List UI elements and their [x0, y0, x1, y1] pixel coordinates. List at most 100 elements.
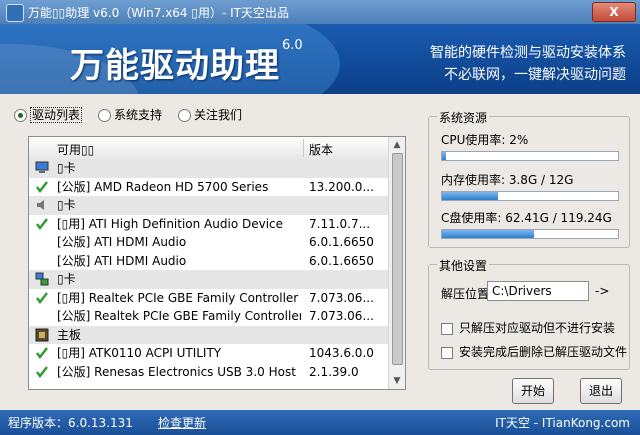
exit-button[interactable]: 退出: [580, 378, 622, 404]
memory-usage-bar: [441, 191, 619, 201]
driver-version: 7.073.06...: [309, 290, 374, 305]
app-window: 万能▯▯助理 v6.0（Win7.x64 ▯用）- IT天空出品 X 万能驱动助…: [0, 0, 640, 435]
column-divider[interactable]: [303, 139, 304, 157]
other-settings-group: 其他设置 解压位置 C:\Drivers -> 只解压对应驱动但不进行安装 安装…: [428, 257, 630, 370]
checkbox-icon[interactable]: [441, 346, 453, 359]
banner: 万能驱动助理 6.0 智能的硬件检测与驱动安装体系 不必联网，一键解决驱动问题: [0, 24, 640, 94]
memory-usage-label: 内存使用率: 3.8G / 12G: [441, 173, 574, 187]
cpu-usage-bar: [441, 151, 619, 161]
check-update-link[interactable]: 检查更新: [158, 414, 206, 431]
group-title: 其他设置: [437, 257, 490, 274]
column-header-name[interactable]: 可用▯▯: [57, 141, 94, 158]
display-icon: [35, 161, 49, 175]
option-extract-only[interactable]: 只解压对应驱动但不进行安装: [441, 319, 615, 336]
tab-system-support[interactable]: 系统支持: [98, 106, 162, 124]
status-bar: 程序版本：6.0.13.131 检查更新 IT天空 - ITianKong.co…: [0, 410, 640, 435]
close-button[interactable]: X: [592, 2, 636, 22]
category-row: ▯卡: [29, 159, 389, 178]
driver-name: [▯用] ATI High Definition Audio Device: [57, 216, 284, 231]
disk-usage-fill: [442, 230, 534, 238]
driver-name: [公版] ATI HDMI Audio: [57, 235, 187, 249]
driver-row[interactable]: [▯用] ATK0110 ACPI UTILITY 1043.6.0.0: [29, 344, 389, 363]
checked-checkmark-icon[interactable]: [35, 217, 49, 231]
driver-name: [公版] ATI HDMI Audio: [57, 253, 187, 268]
tab-label: 系统支持: [114, 108, 163, 122]
tab-follow-us[interactable]: 关注我们: [178, 106, 242, 124]
driver-version: 7.11.0.7...: [309, 216, 371, 231]
category-label: ▯卡: [57, 198, 76, 212]
driver-row[interactable]: [▯用] ATI High Definition Audio Device 7.1…: [29, 215, 389, 234]
driver-version: 1043.6.0.0: [309, 346, 374, 360]
driver-row[interactable]: [公版] Realtek PCIe GBE Family Controller 7…: [29, 307, 389, 326]
driver-version: 13.200.0...: [309, 179, 374, 194]
scroll-down-icon[interactable]: ▼: [389, 373, 405, 389]
category-row: ▯卡: [29, 270, 389, 289]
unchecked-slot[interactable]: [35, 309, 49, 323]
system-resources-group: 系统资源 CPU使用率: 2% 内存使用率: 3.8G / 12G C盘使用率:…: [428, 109, 630, 248]
brand-version: 6.0: [282, 38, 303, 53]
driver-row[interactable]: [公版] Renesas Electronics USB 3.0 Host ..…: [29, 363, 389, 382]
column-header-version[interactable]: 版本: [309, 141, 333, 158]
radio-selected-icon: [14, 109, 27, 122]
category-label: ▯卡: [57, 272, 76, 286]
checked-checkmark-icon[interactable]: [35, 180, 49, 194]
memory-usage-fill: [442, 192, 499, 200]
radio-icon: [98, 109, 111, 122]
driver-name: [▯用] ATK0110 ACPI UTILITY: [57, 346, 222, 360]
list-header: 可用▯▯ 版本: [29, 137, 389, 160]
scroll-thumb[interactable]: [392, 153, 403, 365]
driver-row[interactable]: [公版] ATI HDMI Audio 6.0.1.6650: [29, 233, 389, 252]
checked-checkmark-icon[interactable]: [35, 365, 49, 379]
option-label: 安装完成后删除已解压驱动文件: [459, 345, 628, 359]
driver-version: 6.0.1.6650: [309, 253, 374, 268]
unchecked-slot[interactable]: [35, 235, 49, 249]
app-icon: [6, 4, 24, 22]
disk-usage-label: C盘使用率: 62.41G / 119.24G: [441, 211, 612, 225]
category-row: ▯卡: [29, 196, 389, 215]
motherboard-icon: [35, 328, 49, 342]
driver-version: 6.0.1.6650: [309, 235, 374, 249]
driver-version: 7.073.06...: [309, 309, 374, 323]
driver-row[interactable]: [▯用] Realtek PCIe GBE Family Controller 7…: [29, 289, 389, 308]
list-rows: ▯卡 [公版] AMD Radeon HD 5700 Series 13.200.0…: [29, 159, 389, 381]
checked-checkmark-icon[interactable]: [35, 291, 49, 305]
speaker-icon: [35, 198, 49, 212]
driver-name: [▯用] Realtek PCIe GBE Family Controller: [57, 290, 299, 305]
driver-name: [公版] Realtek PCIe GBE Family Controller: [57, 309, 301, 323]
disk-usage-bar: [441, 229, 619, 239]
scroll-up-icon[interactable]: ▲: [389, 137, 405, 153]
option-label: 只解压对应驱动但不进行安装: [459, 321, 616, 335]
site-link[interactable]: IT天空 - ITianKong.com: [495, 414, 630, 431]
unchecked-slot[interactable]: [35, 254, 49, 268]
checkbox-icon[interactable]: [441, 322, 453, 335]
slogan-line-2: 不必联网，一键解决驱动问题: [444, 67, 626, 83]
list-scrollbar[interactable]: ▲ ▼: [388, 137, 405, 389]
checked-checkmark-icon[interactable]: [35, 346, 49, 360]
brand-title: 万能驱动助理: [70, 46, 280, 86]
driver-name: [公版] AMD Radeon HD 5700 Series: [57, 179, 269, 194]
driver-row[interactable]: [公版] AMD Radeon HD 5700 Series 13.200.0..…: [29, 178, 389, 197]
title-bar: 万能▯▯助理 v6.0（Win7.x64 ▯用）- IT天空出品 X: [0, 0, 640, 24]
driver-version: 2.1.39.0: [309, 364, 359, 379]
option-delete-after-install[interactable]: 安装完成后删除已解压驱动文件: [441, 343, 627, 360]
radio-icon: [178, 109, 191, 122]
driver-name: [公版] Renesas Electronics USB 3.0 Host ..…: [57, 364, 301, 379]
cpu-usage-label: CPU使用率: 2%: [441, 133, 529, 147]
tab-label: 驱动列表: [30, 107, 83, 123]
category-label: 主板: [57, 327, 82, 342]
extract-location-input[interactable]: C:\Drivers: [487, 281, 589, 301]
tab-driver-list[interactable]: 驱动列表: [14, 106, 83, 124]
driver-row[interactable]: [公版] ATI HDMI Audio 6.0.1.6650: [29, 252, 389, 271]
browse-button[interactable]: ->: [595, 284, 609, 298]
start-button[interactable]: 开始: [512, 378, 554, 404]
tab-label: 关注我们: [194, 108, 243, 122]
category-label: ▯卡: [57, 161, 76, 175]
window-title: 万能▯▯助理 v6.0（Win7.x64 ▯用）- IT天空出品: [28, 6, 290, 20]
network-icon: [35, 272, 49, 286]
program-version: 程序版本：6.0.13.131: [8, 416, 133, 430]
extract-location-label: 解压位置: [441, 287, 490, 301]
slogan-line-1: 智能的硬件检测与驱动安装体系: [430, 45, 626, 61]
driver-list[interactable]: 可用▯▯ 版本 ▯卡 [公版] AMD Radeon HD 5700 Series…: [28, 136, 406, 390]
cpu-usage-fill: [442, 152, 446, 160]
category-row: 主板: [29, 325, 389, 344]
